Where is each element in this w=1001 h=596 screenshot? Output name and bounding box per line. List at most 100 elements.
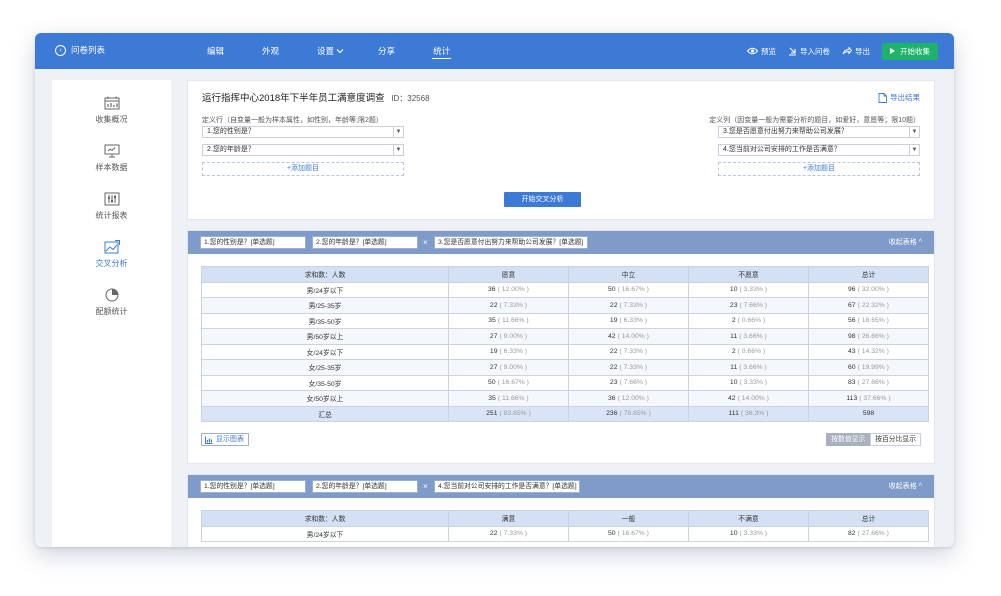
column-question-select-1[interactable]: 3.您是否愿意付出努力来帮助公司发展？ ▼ [718, 126, 920, 138]
cell-percent: ( 22.32% ) [857, 301, 889, 309]
add-row-question-button[interactable]: +添加题目 [202, 162, 404, 176]
close-icon[interactable]: × [423, 236, 428, 249]
display-by-percent-button[interactable]: 按百分比显示 [870, 433, 921, 446]
row-question-1-value: 1.您的性别是？ [207, 128, 255, 135]
table-header-row: 求和数：人数 愿意 中立 不愿意 总计 [201, 266, 929, 283]
back-to-list-button[interactable]: ‹ 问卷列表 [55, 44, 105, 56]
cell-percent: ( 27.66% ) [857, 530, 889, 538]
column-variable-chip: 3.您是否愿意付出努力来帮助公司发展？[单选题] [434, 236, 588, 249]
cell-count: 23 [609, 379, 618, 387]
table-cell: 2( 0.66% ) [688, 343, 809, 360]
cell-count: 60 [848, 363, 856, 371]
cross-table-body: 男/24岁以下 36( 12.00% ) 50( 16.67% ) 10( 3.33%… [201, 281, 929, 422]
table-cell: 36( 12.00% ) [448, 281, 569, 298]
sidebar-item-label: 配额统计 [95, 307, 128, 316]
table-cell: 96( 32.00% ) [808, 281, 929, 298]
cell-percent: ( 7.33% ) [499, 301, 528, 309]
sidebar-item-label: 样本数据 [95, 163, 128, 172]
cell-count: 113 [846, 394, 858, 402]
close-icon[interactable]: × [423, 480, 428, 493]
survey-id: ID：32568 [391, 94, 430, 103]
column-header: 一般 [568, 510, 689, 527]
define-column-label: 定义列（因变量一般为需要分析的题目，如爱好，意愿等；限10题） [709, 117, 920, 124]
export-button[interactable]: 导出 [842, 46, 870, 57]
cell-count: 42 [728, 394, 736, 402]
table-cell: 60( 19.99% ) [808, 359, 929, 376]
tab-settings[interactable]: 设置 [317, 33, 344, 69]
cell-percent: ( 3.33% ) [739, 530, 768, 538]
add-column-question-button[interactable]: +添加题目 [718, 162, 920, 176]
row-question-select-2[interactable]: 2.您的年龄是？ ▼ [202, 144, 404, 156]
sidebar-item-cross-analysis[interactable]: 交叉分析 [52, 240, 171, 269]
cell-percent: ( 7.66% ) [739, 301, 768, 309]
tab-edit[interactable]: 编辑 [207, 33, 224, 69]
cell-percent: ( 7.33% ) [619, 301, 648, 309]
start-cross-analysis-button[interactable]: 开始交叉分析 [504, 192, 581, 207]
collapse-table-button[interactable]: 收起表格 ^ [889, 480, 922, 493]
cell-percent: ( 6.33% ) [499, 348, 528, 356]
table-cell: 598 [808, 405, 929, 422]
tab-share[interactable]: 分享 [378, 33, 395, 69]
main-nav: 编辑 外观 设置 分享 统计 [207, 33, 452, 69]
cell-count: 27 [489, 363, 498, 371]
row-label-cell: 女/24岁以下 [201, 343, 449, 360]
table-cell: 27( 9.00% ) [448, 359, 569, 376]
cell-percent: ( 16.67% ) [617, 530, 649, 538]
cell-percent: ( 14.00% ) [617, 332, 649, 340]
table-header-row: 求和数：人数 满意 一般 不满意 总计 [201, 510, 929, 527]
row-question-select-1[interactable]: 1.您的性别是？ ▼ [202, 126, 404, 138]
table-row: 女/50岁以上 35( 11.66% ) 36( 12.00% ) 42( 14.00… [201, 390, 929, 407]
sliders-icon [104, 192, 119, 206]
sidebar: 收集概况 样本数据 统计报表 交叉分析 配额统计 [52, 80, 171, 547]
table-cell: 50( 16.67% ) [568, 525, 689, 542]
image-chart-icon [104, 240, 120, 254]
column-header: 愿意 [448, 266, 569, 283]
table-cell: 43( 14.32% ) [808, 343, 929, 360]
table-cell: 2( 0.66% ) [688, 312, 809, 329]
sidebar-item-statistics-report[interactable]: 统计报表 [52, 192, 171, 221]
sidebar-item-sample-data[interactable]: 样本数据 [52, 144, 171, 173]
row-label-cell: 女/25-35岁 [201, 359, 449, 376]
column-question-select-2[interactable]: 4.您当前对公司安排的工作是否满意？ ▼ [718, 144, 920, 156]
dropdown-arrow-icon: ▼ [909, 145, 919, 155]
table-cell: 42( 14.00% ) [568, 328, 689, 345]
row-label-cell: 男/35-50岁 [201, 312, 449, 329]
table-cell: 251( 83.65% ) [448, 405, 569, 422]
sidebar-item-collection-overview[interactable]: 收集概况 [52, 96, 171, 125]
cell-percent: ( 12.00% ) [617, 394, 649, 402]
top-bar: ‹ 问卷列表 编辑 外观 设置 分享 统计 预览 导入问卷 导出 开始收集 [35, 33, 954, 69]
table-cell: 35( 11.66% ) [448, 390, 569, 407]
table-row: 男/24岁以下 36( 12.00% ) 50( 16.67% ) 10( 3.33%… [201, 281, 929, 298]
sidebar-item-quota-statistics[interactable]: 配额统计 [52, 288, 171, 317]
cell-percent: ( 83.65% ) [499, 410, 531, 418]
cell-count: 19 [609, 317, 618, 325]
display-by-value-button[interactable]: 按数值显示 [826, 433, 871, 446]
start-collect-button[interactable]: 开始收集 [882, 42, 938, 60]
cell-percent: ( 9.00% ) [499, 332, 528, 340]
cell-count: 598 [862, 410, 875, 418]
show-chart-button[interactable]: 显示图表 [201, 433, 249, 446]
table-cell: 67( 22.32% ) [808, 297, 929, 314]
cell-count: 67 [848, 301, 856, 309]
cross-result-header: 1.您的性别是？[单选题] 2.您的年龄是？[单选题] × 3.您是否愿意付出努… [188, 231, 934, 254]
cell-percent: ( 19.99% ) [857, 363, 889, 371]
table-cell: 11( 3.66% ) [688, 359, 809, 376]
export-result-button[interactable]: 导出结果 [878, 92, 920, 103]
cell-count: 83 [848, 379, 856, 387]
back-label: 问卷列表 [71, 45, 106, 55]
cell-percent: ( 14.00% ) [737, 394, 769, 402]
export-result-label: 导出结果 [890, 93, 920, 102]
tab-statistics[interactable]: 统计 [432, 33, 452, 69]
row-variable-chip-1: 1.您的性别是？[单选题] [200, 236, 306, 249]
tab-appearance[interactable]: 外观 [262, 33, 279, 69]
table-cell: 22( 7.33% ) [448, 297, 569, 314]
share-arrow-icon [842, 47, 852, 55]
import-survey-button[interactable]: 导入问卷 [788, 46, 830, 57]
table-row: 女/25-35岁 27( 9.00% ) 22( 7.33% ) 11( 3.66% … [201, 359, 929, 376]
monitor-icon [104, 144, 119, 158]
cell-percent: ( 6.33% ) [619, 317, 648, 325]
table-cell: 36( 12.00% ) [568, 390, 689, 407]
preview-button[interactable]: 预览 [747, 46, 776, 57]
collapse-table-button[interactable]: 收起表格 ^ [889, 236, 922, 249]
survey-title: 运行指挥中心2018年下半年员工满意度调查 ID：32568 [202, 90, 430, 104]
